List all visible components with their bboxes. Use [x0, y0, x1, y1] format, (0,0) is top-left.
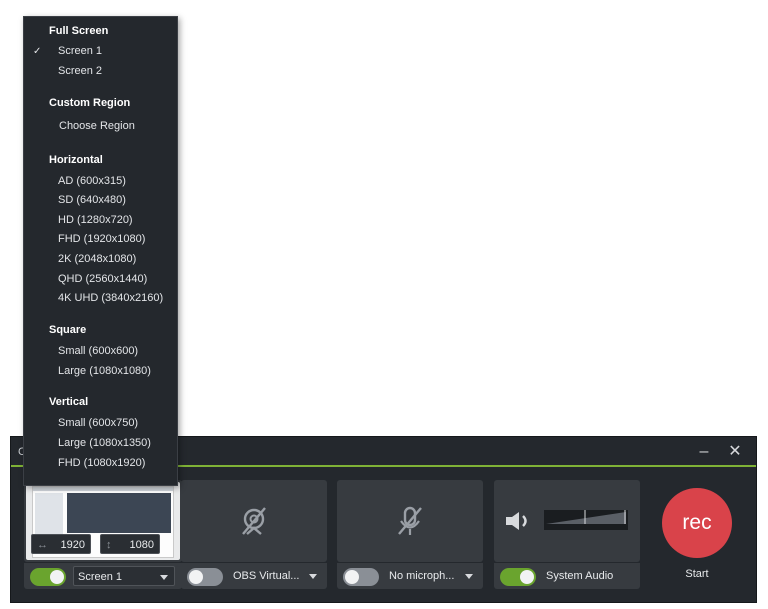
- system-audio-toggle[interactable]: [500, 568, 536, 586]
- toggle-knob: [189, 570, 203, 584]
- volume-ramp: [546, 510, 626, 524]
- camera-select-value: OBS Virtual...: [233, 570, 300, 582]
- toggle-knob: [520, 570, 534, 584]
- menu-header-horizontal: Horizontal: [49, 154, 103, 166]
- menu-item-horizontal[interactable]: 2K (2048x1080): [58, 253, 136, 265]
- height-icon: ↕: [106, 539, 112, 551]
- system-audio-label: System Audio: [546, 570, 614, 582]
- speaker-icon: [506, 512, 527, 530]
- microphone-select-value: No microph...: [389, 570, 455, 582]
- camera-panel[interactable]: [181, 480, 327, 562]
- microphone-controls: No microph...: [337, 562, 483, 589]
- camera-controls: OBS Virtual...: [181, 562, 327, 589]
- toggle-knob: [50, 570, 64, 584]
- minimize-button[interactable]: –: [693, 441, 715, 463]
- menu-item-vertical[interactable]: FHD (1080x1920): [58, 457, 145, 469]
- thumbnail-editor: [67, 493, 171, 533]
- checkmark-icon: ✓: [33, 46, 42, 57]
- toggle-knob: [345, 570, 359, 584]
- width-icon: ↔: [37, 539, 48, 551]
- menu-item-horizontal[interactable]: FHD (1920x1080): [58, 233, 145, 245]
- screen-select-menu: Full Screen ✓ Screen 1 Screen 2 Custom R…: [23, 16, 178, 486]
- menu-header-custom-region: Custom Region: [49, 97, 131, 109]
- chevron-down-icon: [160, 575, 168, 580]
- microphone-panel[interactable]: [337, 480, 483, 562]
- width-value: 1920: [60, 539, 85, 551]
- menu-item-horizontal[interactable]: HD (1280x720): [58, 214, 133, 226]
- menu-item-vertical[interactable]: Large (1080x1350): [58, 437, 151, 449]
- height-value: 1080: [129, 539, 154, 551]
- screen-source-panel[interactable]: ↔ 1920 ↕ 1080: [24, 480, 182, 562]
- camera-off-icon: [242, 507, 266, 535]
- audio-level-meter[interactable]: [544, 510, 628, 530]
- screen-toggle[interactable]: [30, 568, 66, 586]
- chevron-down-icon: [309, 574, 317, 579]
- system-audio-controls: System Audio: [494, 562, 640, 589]
- menu-item-horizontal[interactable]: AD (600x315): [58, 175, 126, 187]
- menu-item-choose-region[interactable]: Choose Region: [59, 120, 135, 132]
- thumbnail-titlebar: [33, 487, 173, 491]
- camera-select[interactable]: OBS Virtual...: [233, 566, 323, 586]
- width-field[interactable]: ↔ 1920: [31, 534, 91, 554]
- menu-item-vertical[interactable]: Small (600x750): [58, 417, 138, 429]
- menu-item-square[interactable]: Small (600x600): [58, 345, 138, 357]
- menu-item-horizontal[interactable]: 4K UHD (3840x2160): [58, 292, 163, 304]
- camera-toggle[interactable]: [187, 568, 223, 586]
- menu-item-horizontal[interactable]: QHD (2560x1440): [58, 273, 147, 285]
- microphone-select[interactable]: No microph...: [389, 566, 479, 586]
- screen-select-value: Screen 1: [78, 571, 123, 583]
- close-button[interactable]: ✕: [724, 441, 746, 463]
- menu-item-horizontal[interactable]: SD (640x480): [58, 194, 126, 206]
- system-audio-panel[interactable]: [494, 480, 640, 562]
- menu-header-square: Square: [49, 324, 87, 336]
- menu-item-screen-1[interactable]: Screen 1: [58, 45, 102, 57]
- menu-header-full-screen: Full Screen: [49, 25, 109, 37]
- menu-header-vertical: Vertical: [49, 396, 89, 408]
- microphone-toggle[interactable]: [343, 568, 379, 586]
- start-label: Start: [685, 568, 709, 580]
- screen-select[interactable]: Screen 1: [73, 566, 175, 586]
- menu-item-square[interactable]: Large (1080x1080): [58, 365, 151, 377]
- screen-source-controls: Screen 1: [24, 562, 182, 589]
- menu-item-screen-2[interactable]: Screen 2: [58, 65, 102, 77]
- chevron-down-icon: [465, 574, 473, 579]
- height-field[interactable]: ↕ 1080: [100, 534, 160, 554]
- record-button[interactable]: rec: [662, 488, 732, 558]
- microphone-off-icon: [398, 506, 422, 535]
